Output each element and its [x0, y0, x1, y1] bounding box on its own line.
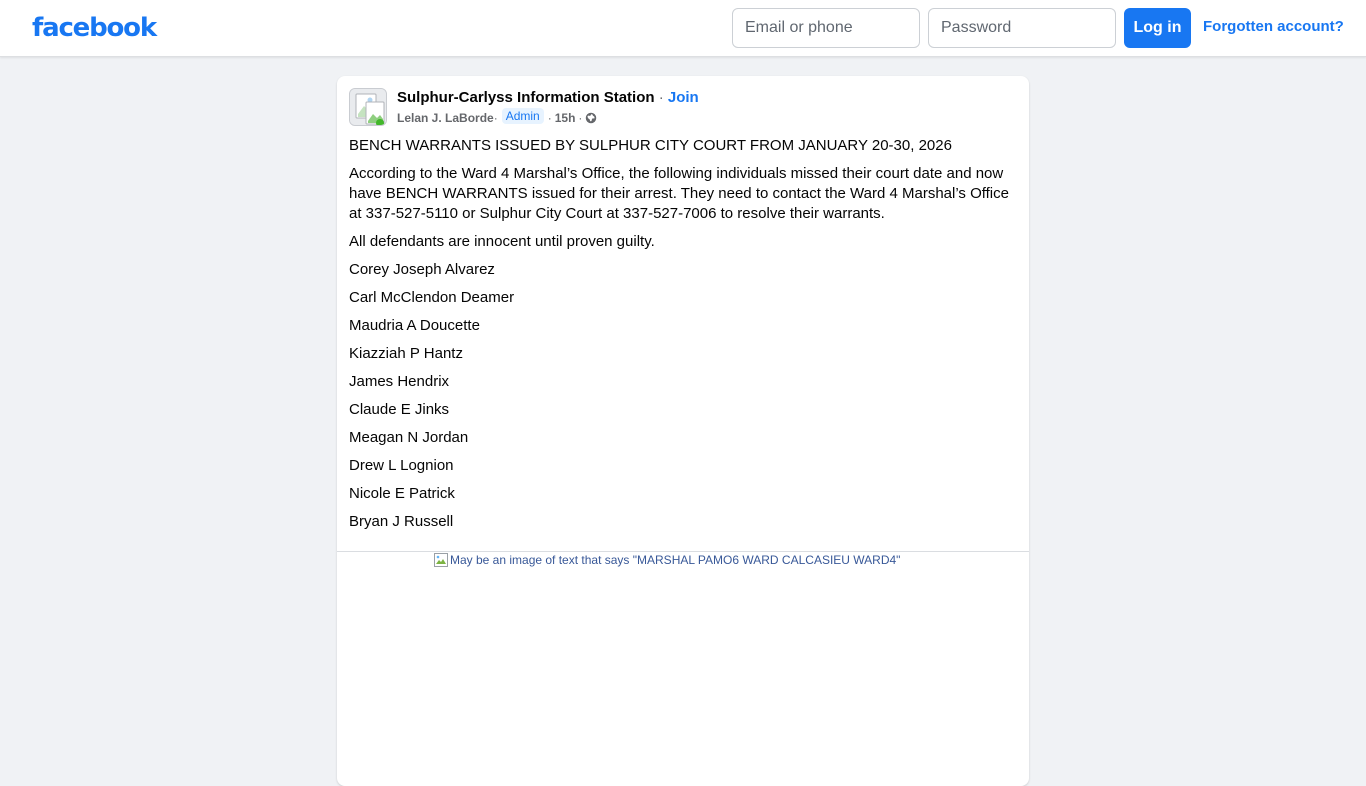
defendant-name: Carl McClendon Deamer [349, 289, 515, 306]
defendant-name: Meagan N Jordan [349, 429, 469, 446]
image-alt-text: May be an image of text that says "MARSH… [450, 553, 901, 567]
post-disclaimer: All defendants are innocent until proven… [349, 233, 655, 250]
time-prefix-separator: · [547, 111, 552, 125]
admin-badge: Admin [501, 108, 544, 124]
post-meta-line: Lelan J. LaBorde · Admin · 15h · [397, 108, 597, 127]
defendant-name: Maudria A Doucette [349, 317, 480, 334]
time-separator: · [578, 111, 583, 125]
top-navigation-bar: facebook Log in Forgotten account? [0, 0, 1366, 57]
defendant-name: Bryan J Russell [349, 513, 454, 530]
separator-dot: · [654, 89, 668, 106]
log-in-button[interactable]: Log in [1124, 8, 1191, 48]
globe-icon[interactable] [585, 112, 597, 124]
email-or-phone-input[interactable] [732, 8, 920, 48]
post-card: Sulphur-Carlyss Information Station · Jo… [337, 76, 1029, 786]
defendant-name: James Hendrix [349, 373, 450, 390]
password-input[interactable] [928, 8, 1116, 48]
defendant-name: Drew L Lognion [349, 457, 454, 474]
image-placeholder-icon [350, 89, 386, 125]
post-text-body: BENCH WARRANTS ISSUED BY SULPHUR CITY CO… [349, 136, 1017, 540]
group-name-link[interactable]: Sulphur-Carlyss Information Station [397, 89, 655, 106]
defendant-name: Claude E Jinks [349, 401, 450, 418]
defendant-name: Kiazziah P Hantz [349, 345, 463, 362]
group-avatar[interactable] [349, 88, 387, 126]
post-header-group-line: Sulphur-Carlyss Information Station · Jo… [397, 89, 699, 107]
post-headline: BENCH WARRANTS ISSUED BY SULPHUR CITY CO… [349, 137, 952, 154]
forgotten-account-link[interactable]: Forgotten account? [1203, 17, 1344, 37]
defendant-name: Corey Joseph Alvarez [349, 261, 495, 278]
post-timestamp-link[interactable]: 15h [555, 109, 576, 127]
join-group-link[interactable]: Join [668, 89, 699, 106]
defendant-name: Nicole E Patrick [349, 485, 455, 502]
post-image[interactable]: May be an image of text that says "MARSH… [433, 552, 933, 784]
broken-image-icon [434, 553, 448, 567]
facebook-logo[interactable]: facebook [32, 11, 157, 45]
post-intro-paragraph: According to the Ward 4 Marshal’s Office… [349, 165, 1009, 222]
author-name-link[interactable]: Lelan J. LaBorde [397, 109, 494, 127]
author-separator: · [493, 111, 498, 125]
